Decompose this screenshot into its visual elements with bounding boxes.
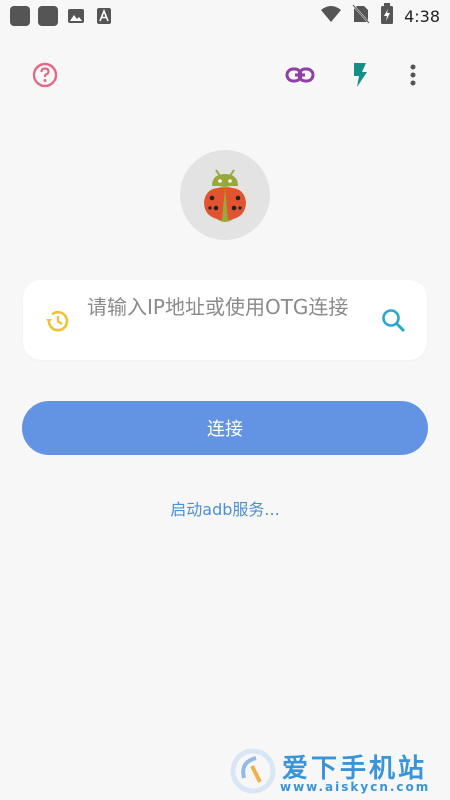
link-icon[interactable] [280,55,320,95]
app-notification-icon [10,6,30,26]
app-notification-icon [38,6,58,26]
connect-button[interactable]: 连接 [22,401,428,455]
watermark-logo [230,748,276,794]
flash-icon[interactable] [340,55,380,95]
wifi-icon [320,5,342,27]
battery-charging-icon [380,3,394,29]
history-icon[interactable] [43,306,73,336]
ladybug-android-logo [180,150,270,240]
image-icon [66,6,86,26]
status-bar: 4:38 [0,0,450,32]
watermark-url: www.aiskycn.com [280,780,431,794]
start-adb-service-link[interactable]: 启动adb服务... [0,496,450,520]
toolbar [0,55,450,95]
more-vert-icon[interactable] [393,55,433,95]
search-icon[interactable] [379,306,409,336]
help-icon[interactable] [25,55,65,95]
watermark: 爱下手机站 www.aiskycn.com [230,748,450,800]
a-icon [94,6,114,26]
ip-input-card[interactable]: 请输入IP地址或使用OTG连接 [23,280,427,360]
ip-input-placeholder[interactable]: 请输入IP地址或使用OTG连接 [87,294,367,320]
no-sim-icon [352,4,370,28]
status-time: 4:38 [404,6,440,26]
